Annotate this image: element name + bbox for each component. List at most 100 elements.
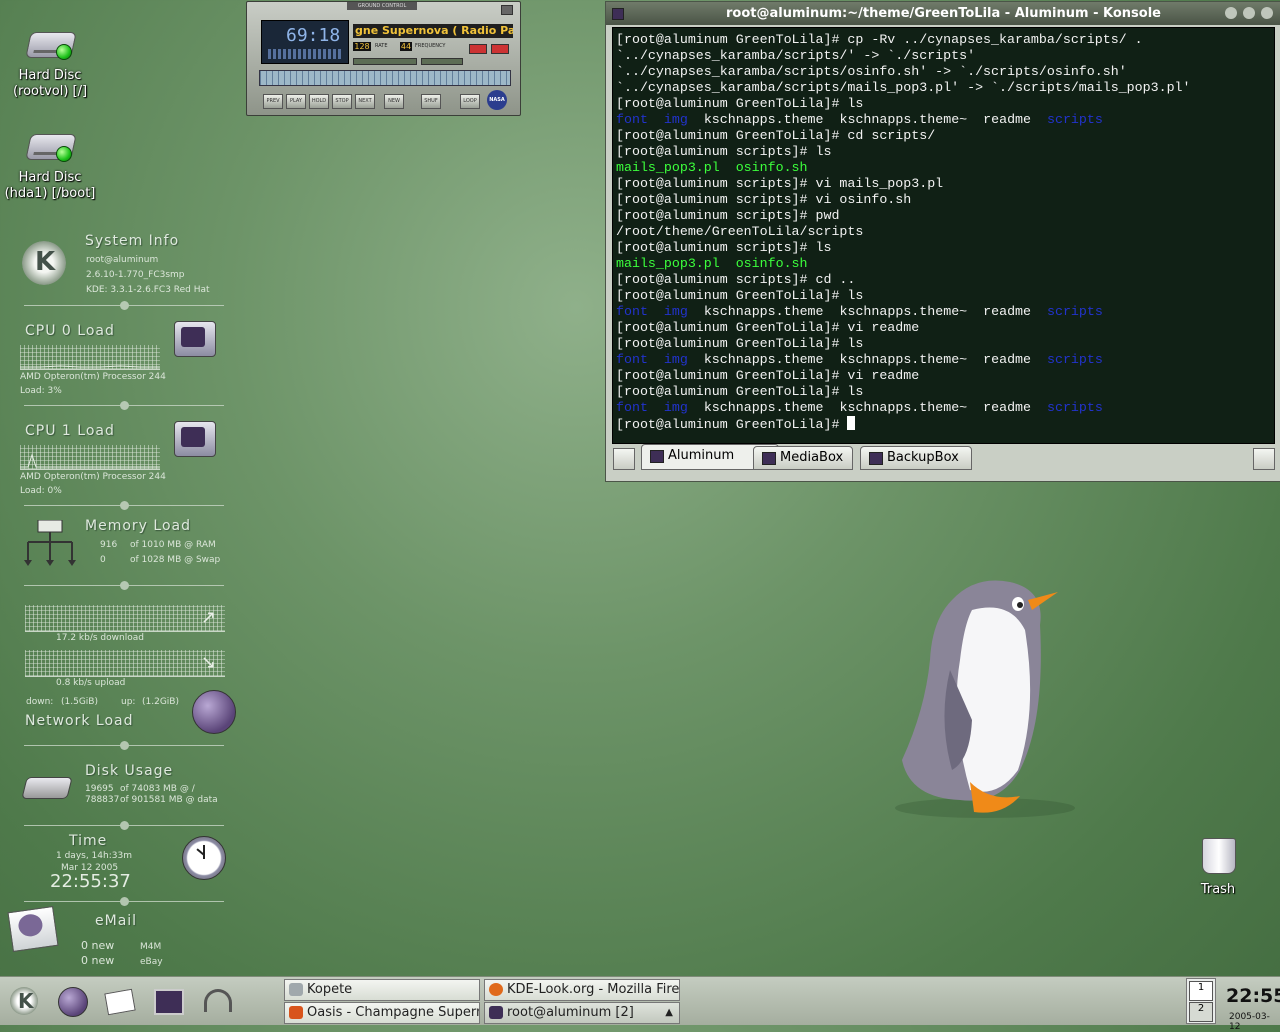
panel-clock[interactable]: 22:55 (1226, 985, 1280, 1007)
tux-wallpaper (895, 580, 1075, 818)
down-label: down: (26, 697, 54, 707)
firefox-icon (489, 983, 503, 996)
system-kernel: 2.6.10-1.770_FC3smp (86, 270, 185, 280)
cpu1-load-graph (20, 445, 160, 470)
system-info-title: System Info (85, 233, 180, 249)
email-count-1: 0 new (81, 939, 115, 952)
terminal-line: /root/theme/GreenToLila/scripts (616, 224, 864, 239)
terminal-line: font img kschnapps.theme kschnapps.theme… (616, 304, 1103, 319)
xmms-prev-button[interactable]: PREV (263, 94, 283, 109)
headphones-icon[interactable] (200, 985, 232, 1017)
xmms-loop-button[interactable]: LOOP (460, 94, 480, 109)
xmms-player[interactable]: GROUND CONTROL 69:18 gne Supernova ( Rad… (246, 1, 521, 116)
terminal-line: `../cynapses_karamba/scripts/' -> `./scr… (616, 48, 976, 63)
icon-label-line2: (rootvol) [/] (12, 84, 88, 99)
browser-globe-icon[interactable] (56, 985, 88, 1017)
xmms-stop-button[interactable]: STOP (332, 94, 352, 109)
upload-graph: ↘ (25, 650, 225, 677)
xmms-pl-button[interactable] (491, 44, 509, 54)
group-arrow-icon[interactable]: ▲ (665, 1003, 673, 1023)
task-kopete[interactable]: Kopete (284, 979, 480, 1001)
task-firefox[interactable]: KDE-Look.org - Mozilla Firefo (484, 979, 680, 1001)
disk-data-text: of 901581 MB @ data (120, 795, 218, 805)
email-account-2: eBay (140, 957, 163, 967)
tab-backupbox[interactable]: BackupBox (860, 446, 972, 470)
system-kde-version: KDE: 3.3.1-2.6.FC3 Red Hat (86, 285, 210, 295)
cpu0-title: CPU 0 Load (25, 323, 115, 339)
desktop-icon-rootvol[interactable]: Hard Disc (rootvol) [/] (0, 18, 100, 100)
terminal-line: font img kschnapps.theme kschnapps.theme… (616, 352, 1103, 367)
xmms-seek-bar[interactable] (259, 70, 511, 86)
pager-desktop-2[interactable]: 2 (1189, 1002, 1213, 1022)
terminal-line: [root@aluminum GreenToLila]# ls (616, 336, 864, 351)
xmms-frequency-label: FREQUENCY (415, 43, 446, 49)
trash-label: Trash (1200, 882, 1236, 897)
desktop-icon-trash[interactable]: Trash (1168, 832, 1268, 898)
cpu1-title: CPU 1 Load (25, 423, 115, 439)
maximize-icon[interactable] (1243, 7, 1255, 19)
terminal-line: [root@aluminum scripts]# vi mails_pop3.p… (616, 176, 944, 191)
upload-rate: 0.8 kb/s upload (56, 678, 126, 688)
task-konsole[interactable]: root@aluminum [2] ▲ (484, 1002, 680, 1024)
terminal-monitor-icon[interactable] (152, 985, 184, 1017)
trash-icon (1190, 832, 1246, 880)
kde-gear-icon: K (22, 241, 66, 285)
task-xmms[interactable]: Oasis - Champagne Supernov (284, 1002, 480, 1024)
xmms-volume-slider[interactable] (353, 58, 417, 65)
download-graph: ↗ (25, 605, 225, 632)
xmms-balance-slider[interactable] (421, 58, 463, 65)
konsole-window[interactable]: root@aluminum:~/theme/GreenToLila - Alum… (605, 1, 1280, 482)
xmms-time-display: 69:18 (261, 20, 349, 64)
xmms-close-icon[interactable] (501, 5, 513, 15)
sidebar-separator (24, 301, 224, 310)
xmms-new-button[interactable]: NEW (384, 94, 404, 109)
kde-menu-icon[interactable]: K (8, 985, 40, 1017)
pager-desktop-1[interactable]: 1 (1189, 981, 1213, 1001)
xmms-next-button[interactable]: NEXT (355, 94, 375, 109)
konsole-titlebar[interactable]: root@aluminum:~/theme/GreenToLila - Alum… (606, 2, 1280, 25)
xmms-shuffle-button[interactable]: SHUF (421, 94, 441, 109)
tab-label: MediaBox (780, 450, 844, 465)
terminal-line: [root@aluminum GreenToLila]# ls (616, 96, 864, 111)
network-title: Network Load (25, 713, 134, 729)
sidebar-separator (24, 581, 224, 590)
window-menu-icon[interactable] (612, 8, 624, 20)
sidebar-separator (24, 897, 224, 906)
cpu0-load-graph (20, 345, 160, 370)
minimize-icon[interactable] (1225, 7, 1237, 19)
arrow-down-right-icon: ↘ (201, 652, 217, 673)
xmms-eq-button[interactable] (469, 44, 487, 54)
arrow-up-right-icon: ↗ (201, 607, 217, 628)
email-envelope-icon (7, 905, 59, 953)
icon-label-line2: (hda1) [/boot] (4, 186, 96, 201)
xmms-bitrate: 128 (353, 42, 371, 51)
tab-label: BackupBox (887, 450, 959, 465)
tab-mediabox[interactable]: MediaBox (753, 446, 853, 470)
close-icon[interactable] (1261, 7, 1273, 19)
time-title: Time (69, 833, 108, 849)
terminal-line: font img kschnapps.theme kschnapps.theme… (616, 112, 1103, 127)
monitor-icon (174, 421, 216, 457)
xmms-time: 69:18 (286, 25, 341, 46)
xmms-header: GROUND CONTROL (347, 2, 417, 10)
close-session-icon[interactable] (1253, 448, 1275, 470)
disk-root-text: of 74083 MB @ / (120, 784, 195, 794)
desktop-icon-boot[interactable]: Hard Disc (hda1) [/boot] (0, 120, 100, 202)
desktop-pager: 1 2 (1186, 978, 1216, 1024)
mail-client-icon[interactable] (104, 985, 136, 1017)
xmms-frequency: 44 (400, 42, 412, 51)
terminal-line: [root@aluminum GreenToLila]# (616, 416, 856, 433)
hard-disk-icon (22, 18, 78, 66)
xmms-hold-button[interactable]: HOLD (309, 94, 329, 109)
new-session-icon[interactable] (613, 448, 635, 470)
terminal-area[interactable]: [root@aluminum GreenToLila]# cp -Rv ../c… (612, 27, 1275, 444)
icon-label-line1: Hard Disc (18, 170, 82, 185)
xmms-play-button[interactable]: PLAY (286, 94, 306, 109)
terminal-line: [root@aluminum scripts]# cd .. (616, 272, 856, 287)
monitor-icon (174, 321, 216, 357)
terminal-line: [root@aluminum GreenToLila]# ls (616, 288, 864, 303)
system-user: root@aluminum (86, 255, 159, 265)
karamba-sidebar: K System Info root@aluminum 2.6.10-1.770… (7, 225, 239, 975)
terminal-line: [root@aluminum scripts]# pwd (616, 208, 840, 223)
task-label: Kopete (307, 982, 353, 997)
